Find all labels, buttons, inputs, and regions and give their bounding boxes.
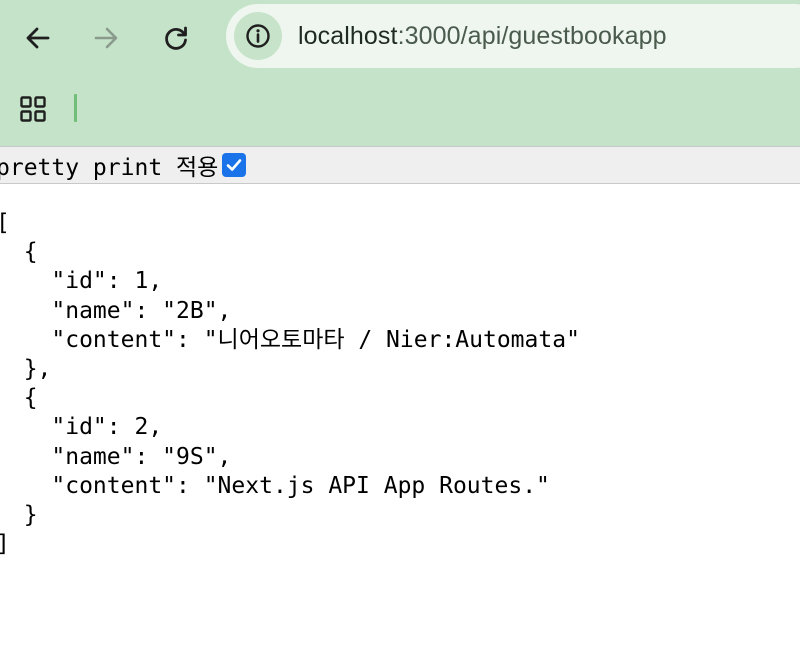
json-line: "content": "니어오토마타 / Nier:Automata" bbox=[0, 326, 580, 353]
navigation-bar: localhost:3000/api/guestbookapp bbox=[0, 0, 800, 76]
reload-icon bbox=[165, 26, 187, 50]
json-line: ] bbox=[0, 530, 580, 559]
bookmark-bar bbox=[0, 76, 800, 146]
json-line: "name": "9S", bbox=[0, 443, 232, 470]
site-info-button[interactable] bbox=[234, 12, 282, 60]
json-line: { bbox=[0, 385, 38, 412]
json-line: }, bbox=[0, 356, 52, 383]
apps-button[interactable] bbox=[16, 92, 50, 126]
info-circle-icon bbox=[246, 24, 270, 48]
pretty-print-checkbox[interactable] bbox=[222, 153, 247, 177]
json-line: "id": 1, bbox=[0, 268, 163, 295]
arrow-right-icon bbox=[94, 27, 118, 49]
address-bar[interactable]: localhost:3000/api/guestbookapp bbox=[226, 4, 800, 68]
json-line: { bbox=[0, 239, 38, 266]
back-button[interactable] bbox=[16, 16, 60, 60]
checkmark-icon bbox=[227, 159, 242, 171]
forward-button[interactable] bbox=[84, 16, 128, 60]
url-path: :3000/api/guestbookapp bbox=[397, 21, 667, 50]
reload-button[interactable] bbox=[154, 16, 198, 60]
json-response-body: [ { "id": 1, "name": "2B", "content": "니… bbox=[0, 209, 580, 559]
json-line: } bbox=[0, 502, 38, 529]
arrow-left-icon bbox=[26, 27, 50, 49]
browser-toolbar: localhost:3000/api/guestbookapp bbox=[0, 0, 800, 146]
pretty-print-label: pretty print 적용 bbox=[0, 155, 219, 181]
json-line: "name": "2B", bbox=[0, 297, 232, 324]
url-text[interactable]: localhost:3000/api/guestbookapp bbox=[298, 22, 667, 51]
json-line: [ bbox=[0, 209, 580, 238]
json-line: "content": "Next.js API App Routes." bbox=[0, 472, 550, 499]
url-host: localhost bbox=[298, 21, 398, 50]
apps-grid-icon bbox=[20, 96, 46, 122]
json-line: "id": 2, bbox=[0, 414, 163, 441]
bookmark-divider bbox=[74, 94, 77, 122]
pretty-print-bar: pretty print 적용 bbox=[0, 146, 800, 184]
